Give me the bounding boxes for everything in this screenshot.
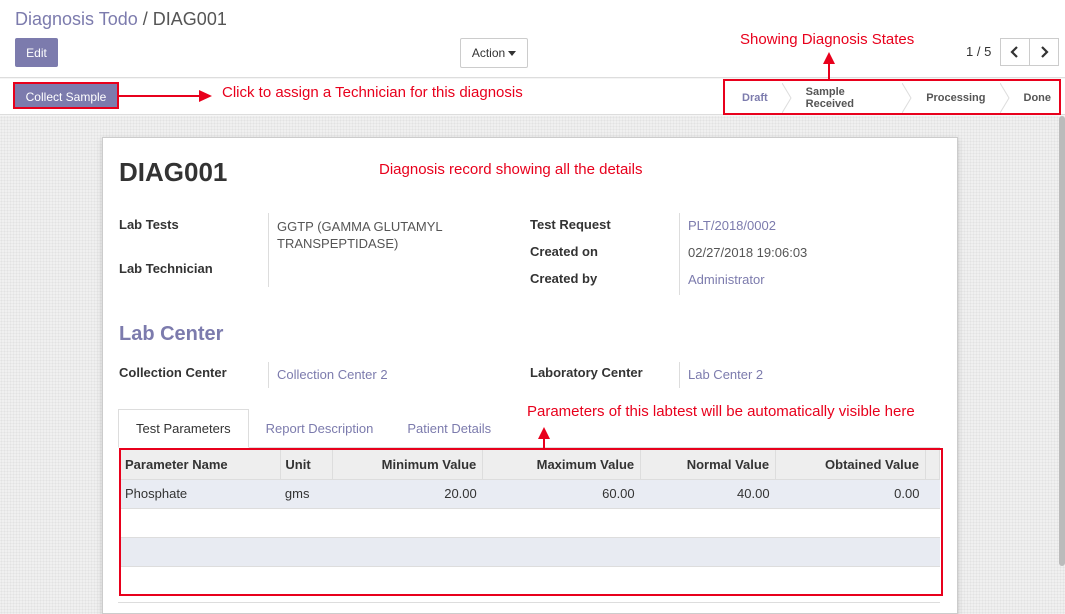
lab-tests-value-line2[interactable]: TRANSPEPTIDASE) xyxy=(277,236,398,251)
breadcrumb: Diagnosis Todo / DIAG001 xyxy=(15,9,227,30)
annotation-arrow-up-icon xyxy=(538,427,550,449)
test-request-label: Test Request xyxy=(530,217,611,232)
edit-button[interactable]: Edit xyxy=(15,38,58,67)
field-divider xyxy=(268,362,269,388)
laboratory-center-link[interactable]: Lab Center 2 xyxy=(688,367,763,382)
annotation-box-params xyxy=(119,448,943,596)
collection-center-link[interactable]: Collection Center 2 xyxy=(277,367,388,382)
action-label: Action xyxy=(471,46,506,60)
field-divider xyxy=(679,213,680,295)
tab-patient-details[interactable]: Patient Details xyxy=(390,409,508,448)
notebook-tabs: Test Parameters Report Description Patie… xyxy=(118,409,508,448)
pager-value: 1 / 5 xyxy=(966,44,992,59)
field-divider xyxy=(268,213,269,287)
lab-tests-label: Lab Tests xyxy=(119,217,179,232)
created-on-value: 02/27/2018 19:06:03 xyxy=(688,245,808,260)
lab-center-section-title: Lab Center xyxy=(119,323,224,345)
annotation-box-states xyxy=(723,79,1061,115)
annotation-box-collect xyxy=(13,82,119,109)
chevron-right-icon xyxy=(1041,46,1049,58)
tab-report-description[interactable]: Report Description xyxy=(249,409,391,448)
scrollbar[interactable] xyxy=(1059,116,1065,566)
form-bottom-divider xyxy=(118,602,940,603)
breadcrumb-separator: / xyxy=(142,9,148,29)
pager-previous-button[interactable] xyxy=(1000,38,1030,66)
annotation-arrow-right-icon xyxy=(119,90,212,102)
collection-center-label: Collection Center xyxy=(119,365,227,380)
field-divider xyxy=(679,362,680,388)
annotation-states-text: Showing Diagnosis States xyxy=(740,31,915,48)
pager-next-button[interactable] xyxy=(1029,38,1059,66)
breadcrumb-current: DIAG001 xyxy=(152,9,227,29)
tab-test-parameters[interactable]: Test Parameters xyxy=(118,409,249,448)
chevron-left-icon xyxy=(1010,46,1018,58)
annotation-arrow-up-icon xyxy=(823,52,835,79)
created-on-label: Created on xyxy=(530,244,598,259)
created-by-link[interactable]: Administrator xyxy=(688,272,765,287)
breadcrumb-parent-link[interactable]: Diagnosis Todo xyxy=(15,9,138,29)
test-request-link[interactable]: PLT/2018/0002 xyxy=(688,218,776,233)
caret-down-icon xyxy=(508,50,517,56)
action-dropdown-button[interactable]: Action xyxy=(460,38,528,68)
annotation-record-text: Diagnosis record showing all the details xyxy=(379,161,643,178)
lab-tests-value-line1[interactable]: GGTP (GAMMA GLUTAMYL xyxy=(277,219,443,234)
laboratory-center-label: Laboratory Center xyxy=(530,365,643,380)
record-title: DIAG001 xyxy=(119,157,228,187)
annotation-params-text: Parameters of this labtest will be autom… xyxy=(527,403,915,420)
lab-technician-label: Lab Technician xyxy=(119,261,213,276)
created-by-label: Created by xyxy=(530,271,598,286)
annotation-collect-text: Click to assign a Technician for this di… xyxy=(222,84,523,101)
